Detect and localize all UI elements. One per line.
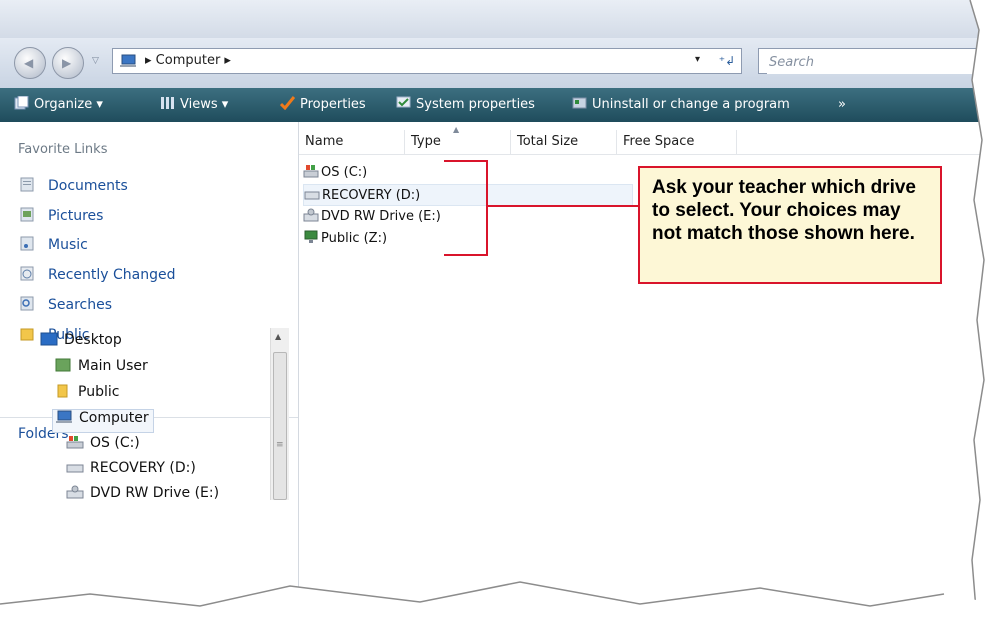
- address-row: ◀ ▶ ▽ ▸ Computer ▸ ▾ ⁺↲: [0, 38, 987, 88]
- network-drive-icon: [304, 230, 318, 243]
- forward-arrow-icon: ▶: [62, 56, 72, 70]
- explorer-window: ◀ ▶ ▽ ▸ Computer ▸ ▾ ⁺↲ Organize ▾: [0, 0, 987, 622]
- callout-text: Ask your teacher which drive to select. …: [652, 177, 916, 244]
- views-button[interactable]: Views ▾: [160, 88, 228, 122]
- tree-label: Public: [78, 384, 120, 400]
- column-total-size[interactable]: Total Size: [511, 130, 617, 154]
- properties-button[interactable]: Properties: [280, 88, 366, 122]
- favorite-label: Documents: [48, 178, 128, 194]
- documents-icon: [20, 177, 34, 192]
- tree-item-os-c[interactable]: OS (C:): [66, 435, 140, 457]
- views-icon: [161, 97, 174, 109]
- properties-label: Properties: [300, 97, 366, 112]
- tree-item-public[interactable]: Public: [54, 384, 119, 406]
- tree-label: Computer: [79, 410, 149, 426]
- favorite-item-pictures[interactable]: Pictures: [20, 207, 103, 229]
- dvd-drive-icon: [303, 208, 319, 222]
- breadcrumb[interactable]: ▸ Computer ▸: [145, 53, 231, 68]
- organize-label: Organize ▾: [34, 97, 103, 112]
- tree-item-computer[interactable]: Computer: [52, 409, 154, 433]
- favorite-links-title: Favorite Links: [18, 142, 108, 157]
- back-button[interactable]: ◀: [14, 47, 46, 79]
- sort-arrow-icon: ▲: [453, 125, 460, 134]
- favorite-label: Recently Changed: [48, 267, 176, 283]
- searches-icon: [20, 296, 34, 311]
- hard-drive-icon: [304, 191, 320, 200]
- drive-public-z[interactable]: Public (Z:): [303, 228, 387, 250]
- scroll-grip-icon: ≡: [276, 440, 284, 450]
- tree-label: Desktop: [64, 332, 122, 348]
- drive-os-c[interactable]: OS (C:): [303, 162, 367, 184]
- title-bar: [0, 0, 987, 38]
- checkmark-icon: [280, 96, 295, 110]
- folder-tree: Desktop Main User Public Computer OS (C:…: [0, 328, 298, 501]
- back-arrow-icon: ◀: [24, 56, 34, 70]
- views-label: Views ▾: [180, 97, 229, 112]
- drive-label: OS (C:): [321, 165, 368, 180]
- scrollbar-thumb[interactable]: [273, 352, 287, 500]
- tree-label: Main User: [78, 358, 148, 374]
- column-name[interactable]: Name: [299, 130, 405, 154]
- drive-dvd-e[interactable]: DVD RW Drive (E:): [303, 206, 441, 228]
- tree-label: OS (C:): [90, 435, 140, 451]
- callout-bracket: [444, 160, 488, 256]
- instruction-callout: Ask your teacher which drive to select. …: [638, 166, 942, 284]
- tree-item-dvd-e[interactable]: DVD RW Drive (E:): [66, 485, 219, 507]
- organize-button[interactable]: Organize ▾: [14, 88, 103, 122]
- uninstall-icon: [572, 97, 587, 109]
- drive-label: DVD RW Drive (E:): [321, 209, 441, 224]
- organize-icon: [14, 96, 29, 110]
- uninstall-button[interactable]: Uninstall or change a program: [572, 88, 790, 122]
- address-dropdown-icon[interactable]: ▾: [695, 54, 700, 65]
- history-dropdown-icon[interactable]: ▽: [92, 56, 99, 66]
- favorite-label: Music: [48, 237, 88, 253]
- drive-label: RECOVERY (D:): [322, 188, 421, 203]
- favorite-item-searches[interactable]: Searches: [20, 296, 112, 318]
- address-bar[interactable]: ▸ Computer ▸ ▾ ⁺↲: [112, 48, 742, 74]
- pictures-icon: [20, 207, 34, 222]
- music-icon: [20, 236, 34, 251]
- callout-pointer-line: [486, 205, 638, 207]
- folder-icon: [57, 384, 68, 398]
- recently-changed-icon: [20, 266, 34, 281]
- command-bar: Organize ▾ Views ▾ Properties System pro…: [0, 88, 987, 122]
- user-folder-icon: [55, 358, 71, 372]
- torn-edge-bottom: [0, 581, 987, 622]
- tree-item-main-user[interactable]: Main User: [54, 358, 148, 380]
- computer-icon: [120, 54, 136, 67]
- torn-edge-right: [969, 0, 987, 622]
- os-drive-icon: [66, 436, 84, 449]
- tree-item-recovery-d[interactable]: RECOVERY (D:): [66, 460, 196, 482]
- favorite-item-recently-changed[interactable]: Recently Changed: [20, 266, 176, 288]
- system-properties-button[interactable]: System properties: [396, 88, 535, 122]
- column-type[interactable]: Type ▲: [405, 126, 511, 154]
- more-commands-button[interactable]: »: [838, 88, 846, 122]
- scroll-up-icon[interactable]: ▲: [275, 332, 281, 341]
- system-properties-label: System properties: [416, 97, 535, 112]
- uninstall-label: Uninstall or change a program: [592, 97, 790, 112]
- dvd-drive-icon: [66, 485, 84, 499]
- tree-label: RECOVERY (D:): [90, 460, 196, 476]
- forward-button[interactable]: ▶: [52, 47, 84, 79]
- tree-item-desktop[interactable]: Desktop: [40, 332, 122, 354]
- folder-tree-scrollbar[interactable]: ▲ ≡: [270, 328, 289, 500]
- drive-label: Public (Z:): [321, 231, 388, 246]
- os-drive-icon: [303, 165, 319, 178]
- computer-icon: [56, 410, 72, 423]
- favorite-item-documents[interactable]: Documents: [20, 177, 128, 199]
- desktop-icon: [40, 332, 58, 346]
- hard-drive-icon: [66, 464, 84, 473]
- refresh-icon[interactable]: ⁺↲: [717, 51, 737, 71]
- favorite-item-music[interactable]: Music: [20, 236, 88, 258]
- system-properties-icon: [396, 96, 411, 108]
- favorite-label: Searches: [48, 297, 113, 313]
- favorite-label: Pictures: [48, 208, 104, 224]
- column-type-label: Type: [411, 134, 441, 149]
- tree-label: DVD RW Drive (E:): [90, 485, 220, 501]
- column-free-space[interactable]: Free Space: [617, 130, 737, 154]
- column-header-row: Name Type ▲ Total Size Free Space: [299, 126, 987, 155]
